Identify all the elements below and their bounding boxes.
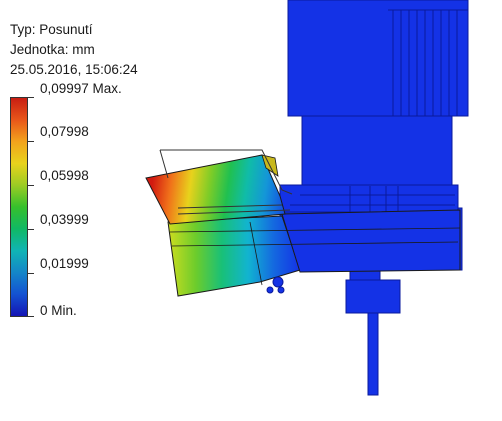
upper-column bbox=[287, 0, 469, 117]
lower-shaft bbox=[345, 269, 401, 396]
deformed-beam-lower bbox=[167, 209, 461, 297]
middle-block bbox=[301, 115, 453, 189]
fea-model-viewport[interactable] bbox=[0, 0, 502, 421]
deformed-beam-upper bbox=[145, 154, 286, 225]
